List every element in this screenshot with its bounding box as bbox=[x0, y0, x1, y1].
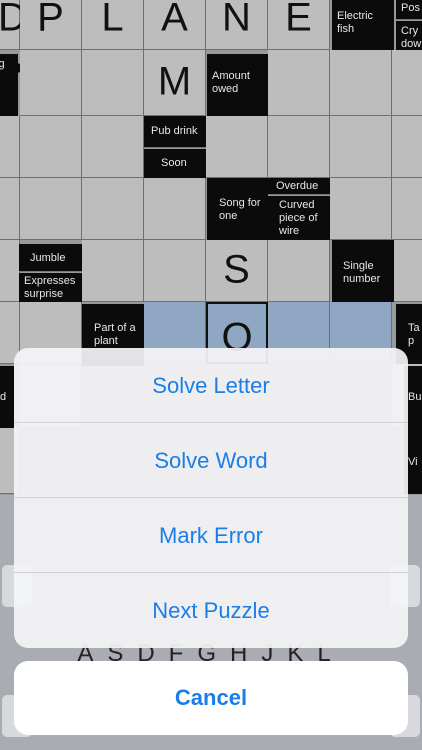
cell-letter: E bbox=[285, 0, 312, 40]
solve-word-button[interactable]: Solve Word bbox=[14, 423, 408, 498]
cell-letter: A bbox=[161, 0, 188, 40]
cell-letter: L bbox=[101, 0, 124, 40]
clue-electric-fish[interactable]: Electric fish bbox=[332, 0, 394, 54]
grid-cell[interactable] bbox=[0, 240, 20, 302]
grid-cell[interactable] bbox=[394, 240, 422, 302]
clue-pos-partial[interactable]: Pos bbox=[396, 0, 422, 20]
clue-curved-wire[interactable]: Curved piece of wire bbox=[268, 196, 330, 240]
grid-cell[interactable] bbox=[20, 178, 82, 240]
clue-song-for-one[interactable]: Song for one bbox=[207, 178, 268, 240]
clue-pub-drink[interactable]: Pub drink bbox=[144, 116, 206, 148]
clue-single-number[interactable]: Single number bbox=[332, 240, 394, 302]
action-sheet: Solve Letter Solve Word Mark Error Next … bbox=[14, 348, 408, 648]
app-screen: D P L A N E Electric fish Pos Cry dow in… bbox=[0, 0, 422, 750]
grid-cell[interactable] bbox=[330, 50, 392, 116]
grid-cell[interactable] bbox=[392, 50, 422, 116]
clue-jumble[interactable]: Jumble bbox=[19, 244, 82, 272]
grid-cell[interactable] bbox=[268, 240, 330, 302]
grid-cell[interactable]: P bbox=[20, 0, 82, 50]
clue-soon[interactable]: Soon bbox=[144, 149, 206, 178]
cell-letter: S bbox=[223, 247, 250, 292]
grid-cell[interactable]: M bbox=[144, 50, 206, 116]
grid-cell[interactable] bbox=[82, 178, 144, 240]
grid-cell[interactable] bbox=[268, 50, 330, 116]
clue-ing-partial[interactable]: ing a- bbox=[0, 54, 18, 116]
cancel-button[interactable]: Cancel bbox=[14, 661, 408, 735]
grid-cell[interactable] bbox=[82, 240, 144, 302]
grid-cell[interactable] bbox=[0, 178, 20, 240]
grid-cell[interactable]: D bbox=[0, 0, 27, 50]
grid-cell[interactable] bbox=[144, 178, 206, 240]
next-puzzle-button[interactable]: Next Puzzle bbox=[14, 573, 408, 648]
grid-cell[interactable] bbox=[20, 116, 82, 178]
grid-cell[interactable] bbox=[82, 50, 144, 116]
grid-cell[interactable]: S bbox=[206, 240, 268, 302]
cell-letter: N bbox=[222, 0, 251, 40]
grid-cell[interactable] bbox=[330, 116, 392, 178]
solve-letter-button[interactable]: Solve Letter bbox=[14, 348, 408, 423]
grid-cell[interactable] bbox=[268, 116, 330, 178]
grid-cell[interactable] bbox=[392, 178, 422, 240]
grid-cell[interactable]: E bbox=[268, 0, 330, 50]
grid-cell[interactable] bbox=[206, 116, 268, 178]
grid-cell[interactable] bbox=[144, 240, 206, 302]
grid-cell[interactable] bbox=[82, 116, 144, 178]
grid-cell[interactable]: A bbox=[144, 0, 206, 50]
grid-cell[interactable]: N bbox=[206, 0, 268, 50]
clue-d-partial[interactable]: d bbox=[0, 366, 14, 428]
grid-cell[interactable] bbox=[392, 116, 422, 178]
cell-letter: D bbox=[0, 0, 27, 40]
grid-cell[interactable] bbox=[20, 50, 82, 116]
mark-error-button[interactable]: Mark Error bbox=[14, 498, 408, 573]
cell-letter: P bbox=[37, 0, 64, 40]
clue-amount-owed[interactable]: Amount owed bbox=[207, 54, 268, 116]
clue-overdue[interactable]: Overdue bbox=[268, 178, 330, 195]
grid-cell[interactable] bbox=[330, 178, 392, 240]
grid-cell[interactable] bbox=[0, 116, 20, 178]
clue-expresses-surprise[interactable]: Expresses surprise bbox=[19, 273, 82, 302]
cell-letter: M bbox=[157, 59, 192, 104]
cancel-sheet: Cancel bbox=[14, 661, 408, 735]
grid-cell[interactable]: L bbox=[82, 0, 144, 50]
